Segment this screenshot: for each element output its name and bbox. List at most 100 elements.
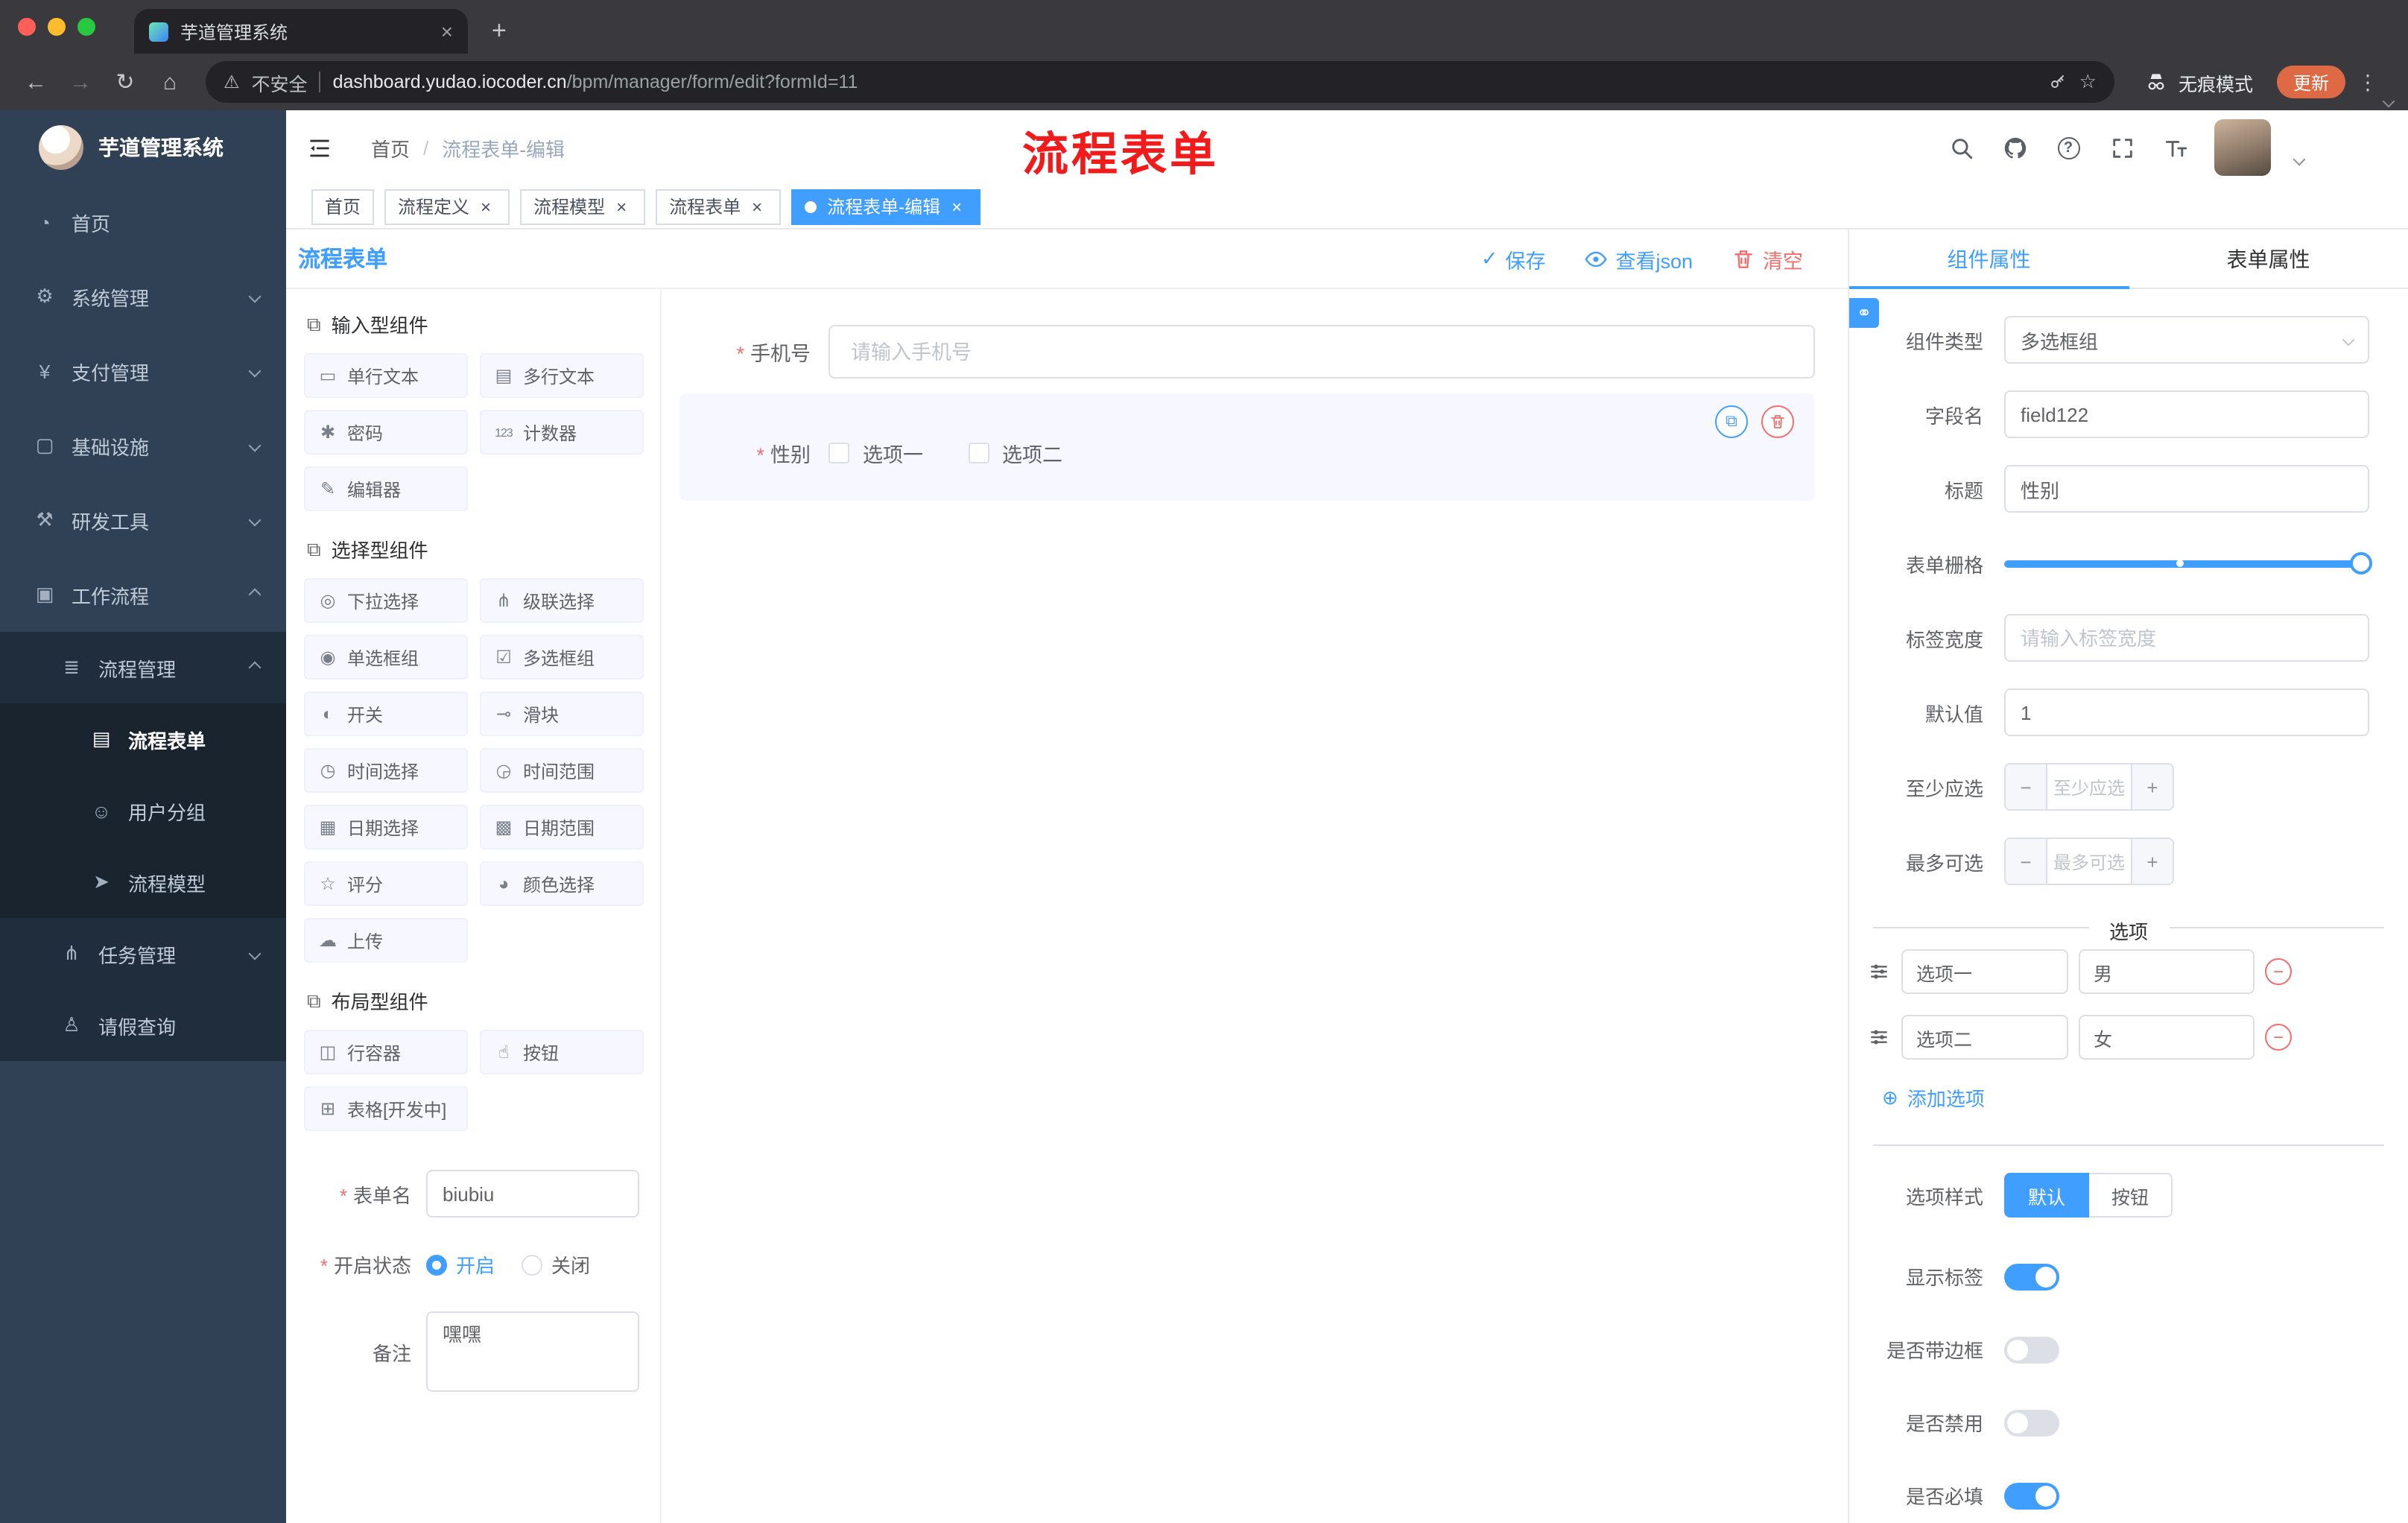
component-password[interactable]: ✱ 密码: [304, 410, 468, 455]
browser-update-button[interactable]: 更新: [2276, 66, 2345, 98]
style-default-button[interactable]: 默认: [2004, 1173, 2090, 1218]
close-icon[interactable]: ×: [747, 196, 767, 217]
component-radio-group[interactable]: ◉ 单选框组: [304, 635, 468, 680]
drag-handle-icon[interactable]: [1867, 960, 1891, 984]
user-avatar[interactable]: [2214, 119, 2271, 176]
slider-knob[interactable]: [2350, 552, 2372, 574]
phone-input[interactable]: [828, 325, 1815, 379]
radio-closed[interactable]: 关闭: [522, 1250, 590, 1279]
tag-process-definition[interactable]: 流程定义 ×: [384, 189, 510, 224]
component-color-picker[interactable]: ◕ 颜色选择: [480, 861, 644, 906]
component-slider[interactable]: ⊸ 滑块: [480, 691, 644, 736]
close-icon[interactable]: ×: [611, 196, 632, 217]
sidebar-item-home[interactable]: ◔ 首页: [0, 185, 286, 259]
component-textarea[interactable]: ▤ 多行文本: [480, 353, 644, 398]
copy-widget-button[interactable]: ⧉: [1715, 405, 1748, 438]
fullscreen-icon[interactable]: [2107, 133, 2137, 162]
sidebar-item-process-management[interactable]: ≣ 流程管理: [0, 632, 286, 703]
browser-menu-button[interactable]: ⋮: [2354, 69, 2381, 95]
form-name-input[interactable]: [426, 1170, 639, 1218]
default-value-input[interactable]: [2004, 688, 2369, 736]
required-toggle[interactable]: [2004, 1482, 2059, 1509]
chevron-down-icon[interactable]: [2382, 95, 2395, 108]
tab-form-props[interactable]: 表单属性: [2129, 229, 2408, 288]
slider-track[interactable]: [2004, 560, 2369, 567]
grid-slider[interactable]: [2004, 539, 2372, 587]
stepper-placeholder[interactable]: 最多可选: [2047, 839, 2131, 884]
option-label-input[interactable]: [1901, 1015, 2068, 1060]
forward-button[interactable]: →: [60, 61, 101, 103]
sidebar-item-user-group[interactable]: ☺ 用户分组: [0, 775, 286, 846]
bookmark-star-icon[interactable]: ☆: [2079, 70, 2097, 94]
selected-widget-gender[interactable]: ⧉ 性别 选项一 选项二: [679, 393, 1815, 501]
disabled-toggle[interactable]: [2004, 1409, 2059, 1436]
component-cascader[interactable]: ⋔ 级联选择: [480, 578, 644, 623]
minimize-window-button[interactable]: [48, 18, 66, 36]
tag-home[interactable]: 首页: [311, 189, 375, 224]
border-toggle[interactable]: [2004, 1336, 2059, 1363]
password-key-icon[interactable]: [2050, 73, 2068, 91]
add-option-button[interactable]: ⊕ 添加选项: [1882, 1083, 2408, 1112]
url-text[interactable]: dashboard.yudao.iocoder.cn/bpm/manager/f…: [333, 72, 2038, 92]
delete-widget-button[interactable]: [1761, 405, 1794, 438]
link-icon[interactable]: ⚭: [1849, 298, 1879, 328]
sidebar-item-leave-query[interactable]: ♙ 请假查询: [0, 990, 286, 1061]
component-table[interactable]: ⊞ 表格[开发中]: [304, 1086, 468, 1131]
close-icon[interactable]: ×: [475, 196, 496, 217]
view-json-button[interactable]: 查看json: [1584, 244, 1693, 273]
component-select[interactable]: ◎ 下拉选择: [304, 578, 468, 623]
decrement-button[interactable]: −: [2006, 839, 2047, 884]
component-checkbox-group[interactable]: ☑ 多选框组: [480, 635, 644, 680]
field-name-input[interactable]: [2004, 390, 2369, 438]
clear-button[interactable]: 清空: [1731, 244, 1803, 273]
security-label[interactable]: 不安全: [252, 68, 308, 96]
close-icon[interactable]: ×: [946, 196, 967, 217]
zoom-window-button[interactable]: [77, 18, 95, 36]
github-icon[interactable]: [2000, 133, 2030, 162]
option-value-input[interactable]: [2079, 1015, 2255, 1060]
sidebar-item-infrastructure[interactable]: ▢ 基础设施: [0, 408, 286, 483]
back-button[interactable]: ←: [15, 61, 57, 103]
component-date-picker[interactable]: ▦ 日期选择: [304, 805, 468, 849]
tag-process-model[interactable]: 流程模型 ×: [520, 189, 646, 224]
tag-process-form[interactable]: 流程表单 ×: [656, 189, 782, 224]
sidebar-item-task-management[interactable]: ⋔ 任务管理: [0, 918, 286, 990]
show-label-toggle[interactable]: [2004, 1263, 2059, 1290]
address-bar[interactable]: ⚠ 不安全 dashboard.yudao.iocoder.cn/bpm/man…: [206, 61, 2114, 103]
app-logo[interactable]: 芋道管理系统: [0, 110, 286, 185]
increment-button[interactable]: +: [2131, 839, 2173, 884]
decrement-button[interactable]: −: [2006, 764, 2047, 809]
component-row-container[interactable]: ◫ 行容器: [304, 1030, 468, 1074]
title-input[interactable]: [2004, 465, 2369, 513]
help-icon[interactable]: ?: [2053, 133, 2083, 162]
sidebar-item-process-model[interactable]: ➤ 流程模型: [0, 846, 286, 918]
breadcrumb-home[interactable]: 首页: [371, 133, 410, 162]
component-button[interactable]: ☝ 按钮: [480, 1030, 644, 1074]
increment-button[interactable]: +: [2131, 764, 2173, 809]
component-date-range[interactable]: ▩ 日期范围: [480, 805, 644, 849]
search-icon[interactable]: [1946, 133, 1976, 162]
component-editor[interactable]: ✎ 编辑器: [304, 466, 468, 511]
option-label-input[interactable]: [1901, 949, 2068, 994]
component-single-line-text[interactable]: ▭ 单行文本: [304, 353, 468, 398]
radio-open[interactable]: 开启: [426, 1250, 495, 1279]
reload-button[interactable]: ↻: [104, 61, 146, 103]
remove-option-button[interactable]: −: [2265, 958, 2292, 985]
checkbox-option-2[interactable]: 选项二: [968, 438, 1062, 468]
form-canvas[interactable]: 手机号 ⧉ 性别: [662, 289, 1848, 1523]
close-window-button[interactable]: [18, 18, 36, 36]
save-button[interactable]: ✓ 保存: [1481, 244, 1546, 273]
canvas-field-phone[interactable]: 手机号: [679, 325, 1815, 379]
tab-close-icon[interactable]: ×: [441, 21, 453, 42]
component-counter[interactable]: 123 计数器: [480, 410, 644, 455]
home-button[interactable]: ⌂: [149, 61, 191, 103]
browser-tab[interactable]: 芋道管理系统 ×: [134, 9, 468, 54]
remove-option-button[interactable]: −: [2265, 1024, 2292, 1051]
sidebar-item-devtools[interactable]: ⚒ 研发工具: [0, 483, 286, 557]
drag-handle-icon[interactable]: [1867, 1025, 1891, 1049]
component-type-select[interactable]: 多选框组: [2004, 316, 2369, 364]
form-remark-textarea[interactable]: 嘿嘿: [426, 1311, 639, 1392]
sidebar-item-payment[interactable]: ¥ 支付管理: [0, 334, 286, 408]
sidebar-item-system[interactable]: ⚙ 系统管理: [0, 259, 286, 334]
hamburger-icon[interactable]: [307, 135, 332, 160]
